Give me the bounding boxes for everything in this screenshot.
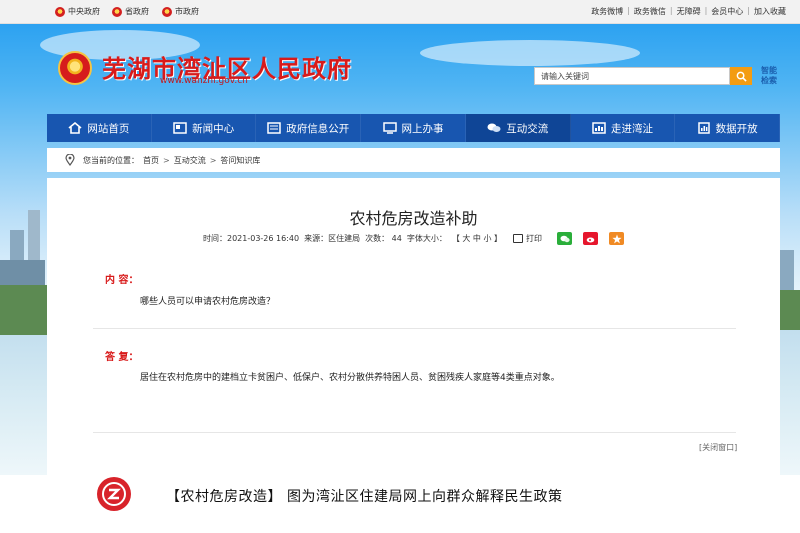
link-city-government[interactable]: 市政府 <box>162 6 199 17</box>
nav-item-label: 网上办事 <box>401 122 444 135</box>
publish-time: 时间：2021-03-26 16:40 <box>203 234 300 243</box>
reply-label: 答 复： <box>105 352 139 363</box>
nav-item-label: 数据开放 <box>715 122 758 135</box>
monitor-icon <box>382 122 397 134</box>
top-bar: 中央政府 省政府 市政府 政务微博 | 政务微信 | 无障碍 | 会员中心 | … <box>0 0 800 24</box>
nav-item-label: 互动交流 <box>506 122 549 135</box>
separator: | <box>669 6 673 15</box>
home-icon <box>68 122 82 134</box>
weibo-icon[interactable] <box>583 232 598 245</box>
article-card: 农村危房改造补助 时间：2021-03-26 16:40 来源：区住建局 次数：… <box>47 178 780 475</box>
location-pin-icon <box>65 154 75 166</box>
national-emblem-icon <box>55 6 65 17</box>
nav-item-home[interactable]: 网站首页 <box>47 114 152 142</box>
link-member-center[interactable]: 会员中心 <box>711 6 743 17</box>
link-label: 市政府 <box>175 7 199 16</box>
wechat-glyph <box>560 235 570 242</box>
breadcrumb-prefix: 您当前的位置： <box>83 155 139 165</box>
font-size-label: 字体大小： <box>406 234 447 243</box>
separator: | <box>627 6 630 15</box>
close-window-link[interactable]: [关闭窗口] <box>699 442 737 453</box>
document-data-icon <box>697 122 710 134</box>
main-nav: 网站首页 新闻中心 政府信息公开 网上办事 互动交流 走进湾沚 数据开放 <box>47 114 781 142</box>
cloud-decoration <box>420 40 640 66</box>
link-accessibility[interactable]: 无障碍 <box>677 6 701 17</box>
info-disclosure-icon <box>267 122 282 134</box>
link-gov-wechat[interactable]: 政务微信 <box>634 6 666 17</box>
breadcrumb: 您当前的位置： 首页 > 互动交流 > 答问知识库 <box>47 148 780 172</box>
favorite-star-icon[interactable] <box>609 232 624 245</box>
nav-item-info-disclosure[interactable]: 政府信息公开 <box>256 114 362 142</box>
nav-item-online-services[interactable]: 网上办事 <box>361 114 466 142</box>
content-label: 内 容： <box>105 275 139 286</box>
nav-item-label: 走进湾沚 <box>610 122 653 135</box>
chart-board-icon <box>592 122 606 134</box>
view-count: 次数： 44 <box>365 234 402 243</box>
nav-item-news[interactable]: 新闻中心 <box>152 114 257 142</box>
print-button[interactable]: 打印 <box>513 233 542 244</box>
breadcrumb-separator: > <box>209 155 217 165</box>
link-label: 中央政府 <box>68 7 100 16</box>
nav-item-open-data[interactable]: 数据开放 <box>675 114 781 142</box>
search-button[interactable] <box>730 67 752 85</box>
reply-text: 居住在农村危房中的建档立卡贫困户、低保户、农村分散供养特困人员、贫困残疾人家庭等… <box>140 373 560 383</box>
news-icon <box>173 122 187 134</box>
weibo-glyph <box>586 237 594 242</box>
link-gov-weibo[interactable]: 政务微博 <box>591 6 623 17</box>
search-icon <box>736 71 747 82</box>
breadcrumb-knowledge-base[interactable]: 答问知识库 <box>220 155 260 166</box>
news-agency-logo <box>97 477 131 511</box>
chat-bubbles-icon <box>487 123 501 132</box>
nav-item-label: 新闻中心 <box>192 122 235 135</box>
search-input[interactable]: 请输入关键词 <box>534 67 730 85</box>
print-label: 打印 <box>526 234 542 243</box>
nav-item-label: 网站首页 <box>87 122 130 135</box>
nav-item-interaction[interactable]: 互动交流 <box>465 114 571 142</box>
font-size-switcher[interactable]: 【 大 中 小 】 <box>452 233 502 244</box>
top-right-links: 政务微博 | 政务微信 | 无障碍 | 会员中心 | 加入收藏 <box>591 6 786 17</box>
page: 中央政府 省政府 市政府 政务微博 | 政务微信 | 无障碍 | 会员中心 | … <box>0 0 800 533</box>
link-provincial-government[interactable]: 省政府 <box>112 6 149 17</box>
nav-item-label: 政府信息公开 <box>286 122 350 135</box>
breadcrumb-home[interactable]: 首页 <box>143 155 159 166</box>
link-label: 省政府 <box>125 7 149 16</box>
article-source: 来源：区住建局 <box>304 234 361 243</box>
logo-mark-icon <box>102 482 126 506</box>
link-add-favorite[interactable]: 加入收藏 <box>754 6 786 17</box>
breadcrumb-separator: > <box>163 155 170 165</box>
star-glyph <box>611 234 622 243</box>
separator: | <box>704 6 708 15</box>
site-url: www.wanzhi.gov.cn <box>160 76 248 86</box>
nav-item-about-wanzhi[interactable]: 走进湾沚 <box>571 114 676 142</box>
image-caption: 【农村危房改造】 图为湾沚区住建局网上向群众解释民生政策 <box>166 489 563 505</box>
government-emblem-logo[interactable] <box>58 51 92 85</box>
breadcrumb-interaction[interactable]: 互动交流 <box>174 155 206 166</box>
link-central-government[interactable]: 中央政府 <box>55 6 100 17</box>
article-meta: 时间：2021-03-26 16:40 来源：区住建局 次数： 44 字体大小：… <box>47 232 780 245</box>
separator: | <box>747 6 750 15</box>
article-title: 农村危房改造补助 <box>349 209 478 228</box>
question-text: 哪些人员可以申请农村危房改造？ <box>140 297 276 307</box>
divider <box>93 432 736 433</box>
smart-search-link[interactable]: 智能检索 <box>758 66 780 86</box>
national-emblem-icon <box>162 6 172 17</box>
divider <box>93 328 736 329</box>
print-icon <box>513 234 523 243</box>
national-emblem-icon <box>112 6 122 17</box>
wechat-icon[interactable] <box>557 232 572 245</box>
